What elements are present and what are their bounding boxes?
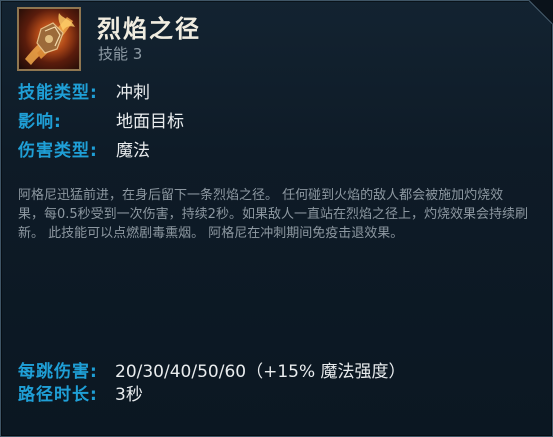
ability-tooltip: 烈焰之径 技能 3 技能类型: 冲刺 影响: 地面目标 伤害类型: 魔法 阿格尼… xyxy=(0,0,553,437)
scaling-value: 3秒 xyxy=(115,385,143,405)
stat-row-damage-type: 伤害类型: 魔法 xyxy=(18,136,150,161)
ability-description: 阿格尼迅猛前进，在身后留下一条烈焰之径。 任何碰到火焰的敌人都会被施加灼烧效果，… xyxy=(18,188,528,241)
scaling-row-path-duration: 路径时长: 3秒 xyxy=(18,380,143,405)
scaling-value: 20/30/40/50/60（+15% 魔法强度） xyxy=(115,362,406,382)
scaling-label: 路径时长: xyxy=(18,385,98,405)
stat-row-affects: 影响: 地面目标 xyxy=(18,107,184,132)
stat-value: 冲刺 xyxy=(116,83,150,103)
stat-label: 影响: xyxy=(18,112,62,132)
stat-label: 伤害类型: xyxy=(18,141,98,161)
stat-value: 魔法 xyxy=(116,141,150,161)
ability-name: 烈焰之径 xyxy=(97,15,201,43)
ability-slot: 技能 3 xyxy=(98,45,143,63)
stat-row-skill-type: 技能类型: 冲刺 xyxy=(18,78,150,103)
stat-value: 地面目标 xyxy=(116,112,184,132)
stat-label: 技能类型: xyxy=(18,83,98,103)
corner-notch xyxy=(519,0,553,34)
scaling-row-damage-per-tick: 每跳伤害: 20/30/40/50/60（+15% 魔法强度） xyxy=(18,357,406,382)
flaming-gauntlet-icon xyxy=(17,7,81,71)
scaling-label: 每跳伤害: xyxy=(18,362,98,382)
